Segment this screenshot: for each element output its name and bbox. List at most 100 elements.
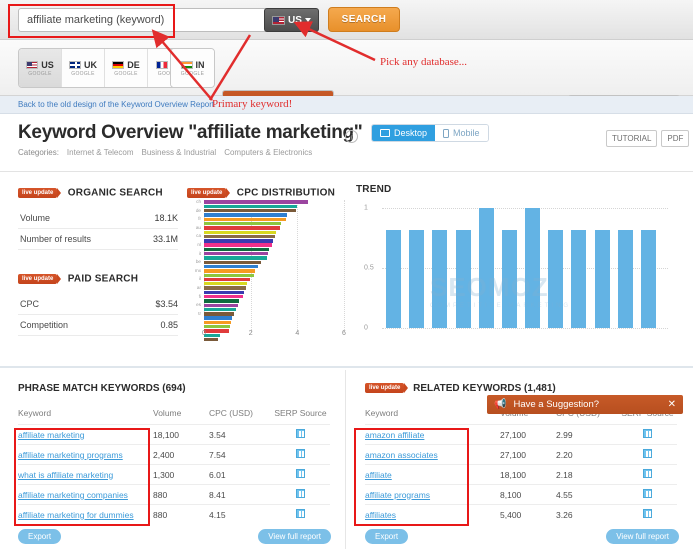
- pdf-button[interactable]: PDF: [661, 130, 690, 147]
- country-button-group-1: US GOOGLE UK GOOGLE DE GOOGLE FR GOOGLE: [18, 48, 192, 88]
- cpc-bar-row: [187, 337, 345, 342]
- serp-source-icon[interactable]: [296, 509, 305, 518]
- keyword-link[interactable]: affiliate marketing for dummies: [18, 510, 134, 520]
- mobile-icon: [443, 128, 450, 138]
- search-button[interactable]: SEARCH: [328, 7, 400, 32]
- export-button[interactable]: Export: [18, 529, 62, 544]
- cell-volume: 18,100: [153, 429, 179, 440]
- country-code-uk: UK: [84, 59, 97, 70]
- table-row[interactable]: affiliate marketing companies 880 8.41: [18, 484, 330, 504]
- cell-cpc: 6.01: [209, 469, 226, 480]
- tab-mobile[interactable]: Mobile: [435, 125, 488, 141]
- country-button-us[interactable]: US GOOGLE: [19, 49, 62, 87]
- cell-cpc: 3.54: [209, 429, 226, 440]
- export-button[interactable]: Export: [365, 529, 409, 544]
- keyword-link[interactable]: affiliate marketing: [18, 430, 84, 440]
- keyword-link[interactable]: affiliate: [365, 470, 392, 480]
- paid-search-title: PAID SEARCH: [67, 273, 139, 285]
- country-button-in[interactable]: IN GOOGLE: [171, 49, 214, 87]
- cpc-bar: [204, 260, 262, 264]
- column-header-cpc[interactable]: CPC (USD): [209, 408, 271, 418]
- tutorial-button[interactable]: TUTORIAL: [606, 130, 658, 147]
- table-row[interactable]: amazon affiliate 27,100 2.99: [365, 424, 677, 444]
- country-engine-us: GOOGLE: [28, 70, 52, 77]
- column-header-volume[interactable]: Volume: [153, 408, 209, 418]
- cpc-bar: [204, 239, 273, 243]
- cell-cpc: 2.99: [556, 429, 573, 440]
- serp-source-icon[interactable]: [643, 469, 652, 478]
- cpc-x-tick: 0: [202, 330, 206, 337]
- cpc-bar: [204, 264, 258, 269]
- cpc-bar-label: ch: [196, 199, 201, 204]
- cpc-bar: [204, 226, 280, 230]
- table-row[interactable]: affiliate marketing programs 2,400 7.54: [18, 444, 330, 464]
- table-row[interactable]: amazon associates 27,100 2.20: [365, 444, 677, 464]
- serp-source-icon[interactable]: [643, 449, 652, 458]
- tab-desktop[interactable]: Desktop: [372, 125, 436, 141]
- metric-label: Competition: [20, 320, 69, 330]
- serp-source-icon[interactable]: [296, 449, 305, 458]
- cpc-x-tick: 4: [295, 330, 300, 337]
- close-icon[interactable]: ✕: [668, 399, 676, 410]
- trend-bar: [525, 208, 541, 328]
- cpc-bar: [204, 269, 256, 273]
- search-input[interactable]: affiliate marketing (keyword): [18, 8, 306, 32]
- country-button-uk[interactable]: UK GOOGLE: [62, 49, 105, 87]
- category-item: Internet & Telecom: [66, 148, 134, 157]
- paid-search-panel: live update PAID SEARCH CPC $3.54 Compet…: [18, 270, 180, 336]
- keyword-link[interactable]: what is affiliate marketing: [18, 470, 113, 480]
- cpc-bar-label: mx: [194, 267, 201, 273]
- keyword-link[interactable]: amazon associates: [365, 450, 438, 460]
- keyword-link[interactable]: affiliate marketing programs: [18, 450, 123, 460]
- back-to-old-design-link[interactable]: Back to the old design of the Keyword Ov…: [18, 100, 214, 109]
- serp-source-icon[interactable]: [296, 489, 305, 498]
- cpc-bar: [204, 247, 270, 252]
- cpc-bar: [204, 337, 218, 342]
- cell-volume: 27,100: [500, 429, 526, 440]
- cpc-bar-label: il: [198, 276, 201, 282]
- header-action-buttons: TUTORIAL PDF: [606, 130, 690, 147]
- table-row[interactable]: what is affiliate marketing 1,300 6.01: [18, 464, 330, 484]
- suggestion-banner[interactable]: 📢 Have a Suggestion? ✕: [487, 395, 683, 414]
- cell-volume: 2,400: [153, 449, 175, 460]
- country-button-de[interactable]: DE GOOGLE: [105, 49, 148, 87]
- serp-source-icon[interactable]: [296, 429, 305, 438]
- serp-source-icon[interactable]: [643, 489, 652, 498]
- keyword-link[interactable]: amazon affiliate: [365, 430, 424, 440]
- metric-row: CPC $3.54: [18, 294, 178, 315]
- cell-volume: 1,300: [153, 469, 175, 480]
- serp-source-icon[interactable]: [643, 509, 652, 518]
- serp-source-icon[interactable]: [643, 429, 652, 438]
- view-full-report-button[interactable]: View full report: [258, 529, 331, 544]
- live-update-badge: live update: [187, 187, 231, 198]
- table-row[interactable]: affiliates 5,400 3.26: [365, 504, 677, 524]
- serp-source-icon[interactable]: [296, 469, 305, 478]
- cpc-bar: [204, 213, 287, 217]
- table-row[interactable]: affiliate marketing for dummies 880 4.15: [18, 504, 330, 524]
- trend-bar: [617, 229, 633, 328]
- cpc-bar: [204, 243, 272, 247]
- view-full-report-button[interactable]: View full report: [606, 529, 679, 544]
- cpc-bar: [204, 256, 267, 260]
- metric-row: Competition 0.85: [18, 315, 178, 336]
- table-row[interactable]: affiliate programs 8,100 4.55: [365, 484, 677, 504]
- cpc-bar: [204, 329, 229, 333]
- keyword-link[interactable]: affiliate marketing companies: [18, 490, 128, 500]
- page-title: Keyword Overview "affiliate marketing": [18, 122, 363, 143]
- keyword-link[interactable]: affiliates: [365, 510, 396, 520]
- database-select[interactable]: US: [264, 8, 319, 32]
- keyword-overview-page: affiliate marketing (keyword) US SEARCH …: [0, 0, 693, 549]
- cpc-bar: [204, 299, 239, 303]
- cpc-bar-label: fr: [198, 216, 201, 222]
- categories-row: Categories: Internet & Telecom Business …: [18, 148, 312, 157]
- cpc-bar: [204, 273, 255, 277]
- table-row[interactable]: affiliate marketing 18,100 3.54: [18, 424, 330, 444]
- cpc-bar: [204, 294, 243, 299]
- metric-label: Number of results: [20, 234, 92, 244]
- table-row[interactable]: affiliate 18,100 2.18: [365, 464, 677, 484]
- cpc-bar: [204, 286, 246, 290]
- cell-volume: 880: [153, 509, 168, 520]
- keyword-link[interactable]: affiliate programs: [365, 490, 430, 500]
- info-icon[interactable]: i: [345, 130, 358, 143]
- trend-title: TREND: [356, 184, 392, 195]
